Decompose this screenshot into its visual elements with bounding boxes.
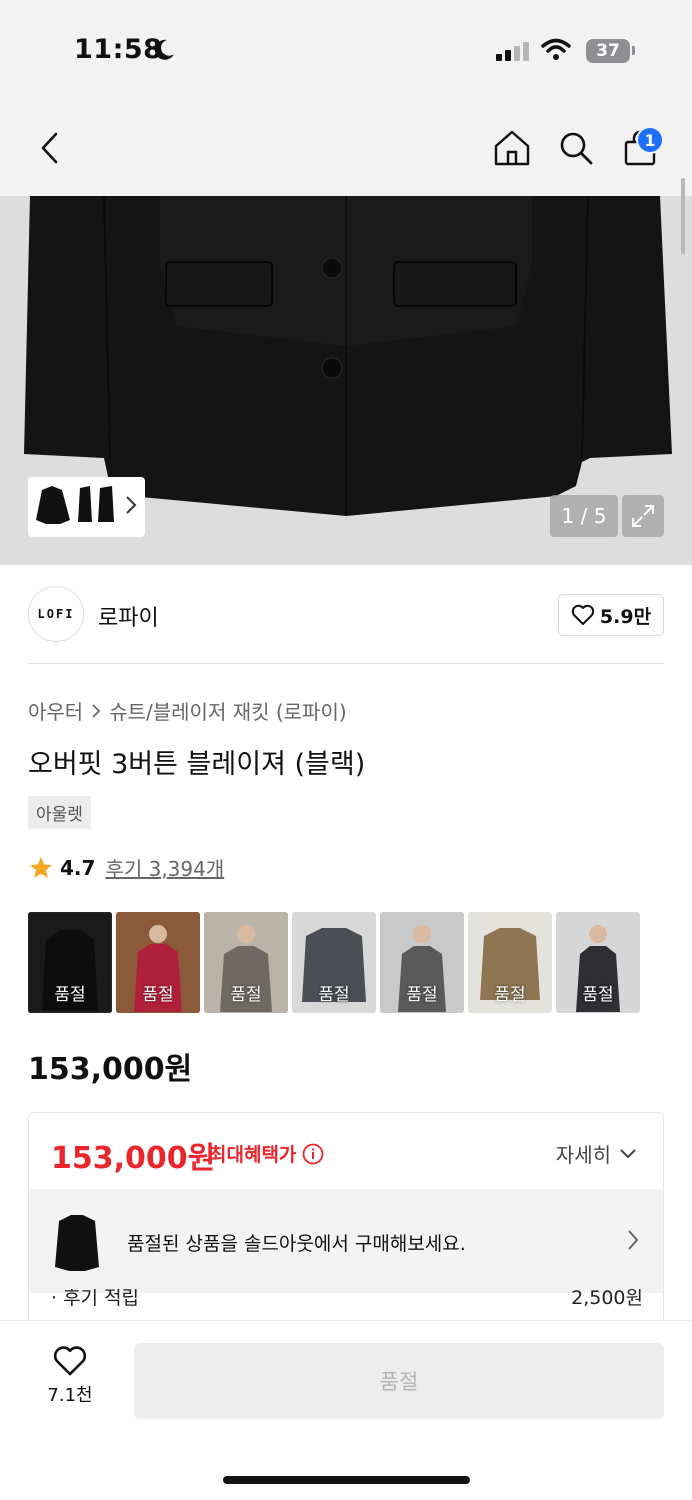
moon-icon: [154, 39, 174, 60]
soldout-label: 품절: [582, 985, 614, 1005]
gallery-thumbnail: [32, 482, 118, 532]
soldout-product-thumbnail: [49, 1209, 105, 1275]
chevron-left-icon: [41, 132, 58, 164]
product-price: 153,000원: [28, 1052, 193, 1087]
star-icon: [30, 856, 52, 878]
soldout-label: 품절: [406, 985, 438, 1005]
breadcrumb-item[interactable]: 슈트/블레이저 재킷 (로파이): [109, 696, 346, 725]
product-title: 오버핏 3버튼 블레이져 (블랙): [28, 749, 366, 780]
soldout-label: 품절: [230, 985, 262, 1005]
home-icon: [494, 130, 530, 166]
expand-button[interactable]: [622, 495, 664, 537]
nav-bar: [0, 100, 692, 196]
heart-icon: [53, 1346, 87, 1376]
soldout-label: 품절: [494, 985, 526, 1005]
benefit-row-value: 2,500원: [571, 1289, 643, 1309]
brand-name[interactable]: 로파이: [98, 600, 159, 632]
search-icon: [560, 132, 593, 165]
color-swatch[interactable]: 품절: [380, 912, 464, 1013]
soldout-message: 품절된 상품을 솔드아웃에서 구매해보세요.: [127, 1233, 466, 1255]
brand-like-button[interactable]: 5.9만: [558, 594, 664, 636]
benefit-detail-label: 자세히: [555, 1143, 611, 1167]
color-swatch[interactable]: 품절: [28, 912, 112, 1013]
chevron-right-icon: [126, 496, 137, 514]
search-button[interactable]: [556, 128, 596, 168]
battery-indicator: 37: [586, 39, 630, 63]
heart-icon: [571, 604, 595, 625]
info-icon: [303, 1143, 324, 1164]
color-swatch[interactable]: 품절: [292, 912, 376, 1013]
bottom-action-bar: 7.1천 품절: [0, 1320, 692, 1500]
breadcrumb: 아우터 슈트/블레이저 재킷 (로파이): [28, 696, 347, 725]
product-like-button[interactable]: 7.1천: [40, 1345, 100, 1407]
color-swatch[interactable]: 품절: [556, 912, 640, 1013]
soldout-label: 품절: [142, 985, 174, 1005]
battery-tip: [632, 46, 635, 55]
status-bar: 11:58 37: [0, 0, 692, 100]
brand-logo[interactable]: LOFI: [28, 586, 84, 642]
benefit-row-label: · 후기 적립: [51, 1289, 140, 1309]
review-link[interactable]: 후기 3,394개: [105, 853, 224, 882]
divider: [28, 663, 664, 664]
image-counter: 1 / 5: [550, 495, 618, 537]
brand-like-count: 5.9만: [599, 605, 652, 628]
benefit-price: 153,000원: [51, 1141, 216, 1176]
color-swatch-list: 품절 품절 품절 품절 품절 품절 품절: [28, 912, 640, 1013]
expand-icon: [632, 505, 654, 527]
color-swatch[interactable]: 품절: [468, 912, 552, 1013]
back-button[interactable]: [30, 128, 70, 168]
cart-count-badge: 1: [636, 126, 664, 154]
soldout-label: 품절: [54, 985, 86, 1005]
home-indicator: [223, 1476, 470, 1484]
status-time: 11:58: [74, 34, 163, 65]
soldout-label: 품절: [318, 985, 350, 1005]
benefit-card: 153,000원 최대혜택가 자세히 품절된 상품을 솔드아웃에서 구매해보세요…: [28, 1112, 664, 1322]
buy-button[interactable]: 품절: [134, 1343, 664, 1419]
benefit-row: · 후기 적립 2,500원: [29, 1289, 663, 1313]
home-button[interactable]: [492, 128, 532, 168]
color-swatch[interactable]: 품절: [116, 912, 200, 1013]
benefit-detail-toggle[interactable]: 자세히: [556, 1139, 637, 1168]
wifi-icon: [541, 38, 571, 60]
chevron-right-icon: [628, 1230, 639, 1250]
max-benefit-text: 최대혜택가: [209, 1144, 297, 1166]
rating-row: 4.7 후기 3,394개: [28, 853, 224, 882]
cellular-signal-icon: [496, 42, 529, 61]
color-swatch[interactable]: 품절: [204, 912, 288, 1013]
page-scrollbar[interactable]: [681, 178, 685, 254]
max-benefit-label[interactable]: 최대혜택가: [209, 1140, 324, 1167]
breadcrumb-item[interactable]: 아우터: [28, 696, 83, 725]
soldout-banner[interactable]: 품절된 상품을 솔드아웃에서 구매해보세요.: [29, 1189, 663, 1293]
rating-score: 4.7: [60, 855, 96, 880]
outlet-tag: 아울렛: [28, 796, 91, 829]
gallery-thumbnail-strip[interactable]: [28, 477, 145, 537]
chevron-right-icon: [92, 703, 101, 718]
product-like-count: 7.1천: [47, 1385, 93, 1406]
chevron-down-icon: [620, 1148, 636, 1158]
